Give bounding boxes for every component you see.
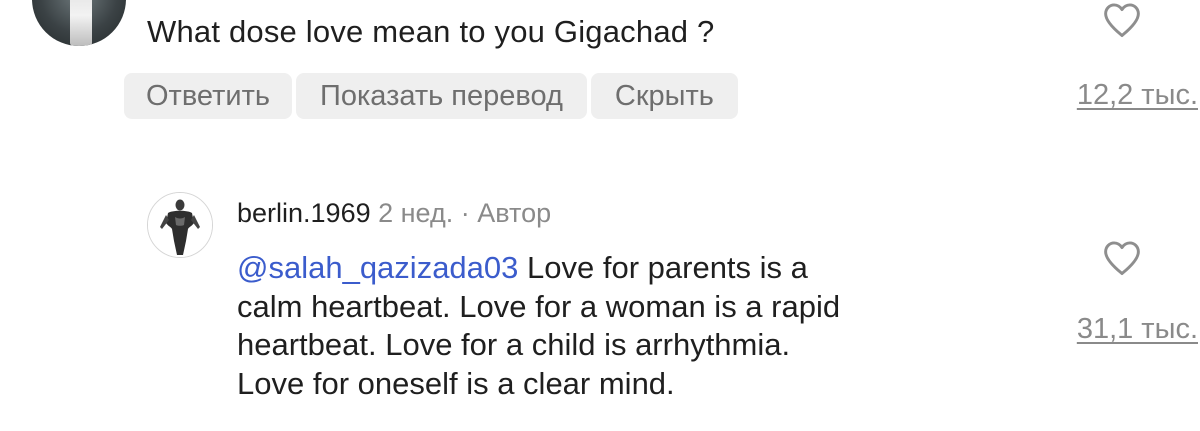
user-mention[interactable]: @salah_qazizada03 bbox=[237, 250, 518, 285]
reply-like-group: 31,1 тыс. bbox=[1040, 236, 1200, 356]
reply-time: 2 нед. bbox=[378, 198, 454, 228]
reply-line-3: heartbeat. Love for a child is arrhythmi… bbox=[237, 327, 791, 362]
reply-line-1: @salah_qazizada03 Love for parents is a bbox=[237, 249, 1037, 288]
reply-like-count[interactable]: 31,1 тыс. bbox=[1077, 312, 1198, 346]
reply-text: @salah_qazizada03 Love for parents is a … bbox=[237, 249, 1037, 403]
reply-button[interactable]: Ответить bbox=[124, 73, 292, 119]
reply-line-1-text: Love for parents is a bbox=[518, 250, 808, 285]
author-badge: Автор bbox=[477, 198, 552, 228]
show-translation-button[interactable]: Показать перевод bbox=[295, 73, 587, 119]
avatar-figure bbox=[70, 0, 92, 46]
heart-icon[interactable] bbox=[1102, 240, 1142, 276]
meta-separator: · bbox=[460, 198, 470, 228]
heart-icon[interactable] bbox=[1102, 2, 1142, 38]
comment-actions: Ответить Показать перевод Скрыть bbox=[124, 73, 738, 119]
reply-line-4: Love for oneself is a clear mind. bbox=[237, 365, 675, 401]
bodybuilder-avatar-image bbox=[148, 193, 212, 257]
comment-thread: What dose love mean to you Gigachad ? От… bbox=[0, 0, 1200, 431]
comment-like-count[interactable]: 12,2 тыс. bbox=[1077, 78, 1198, 112]
reply-header: berlin.1969 2 нед. · Автор bbox=[237, 196, 551, 230]
reply-username[interactable]: berlin.1969 bbox=[237, 198, 371, 228]
comment-like-group: 12,2 тыс. bbox=[1040, 0, 1200, 112]
author-avatar[interactable] bbox=[147, 192, 213, 258]
reply-line-2: calm heartbeat. Love for a woman is a ra… bbox=[237, 288, 841, 324]
comment-avatar[interactable] bbox=[32, 0, 126, 46]
comment-text: What dose love mean to you Gigachad ? bbox=[147, 14, 715, 49]
hide-button[interactable]: Скрыть bbox=[590, 73, 738, 119]
